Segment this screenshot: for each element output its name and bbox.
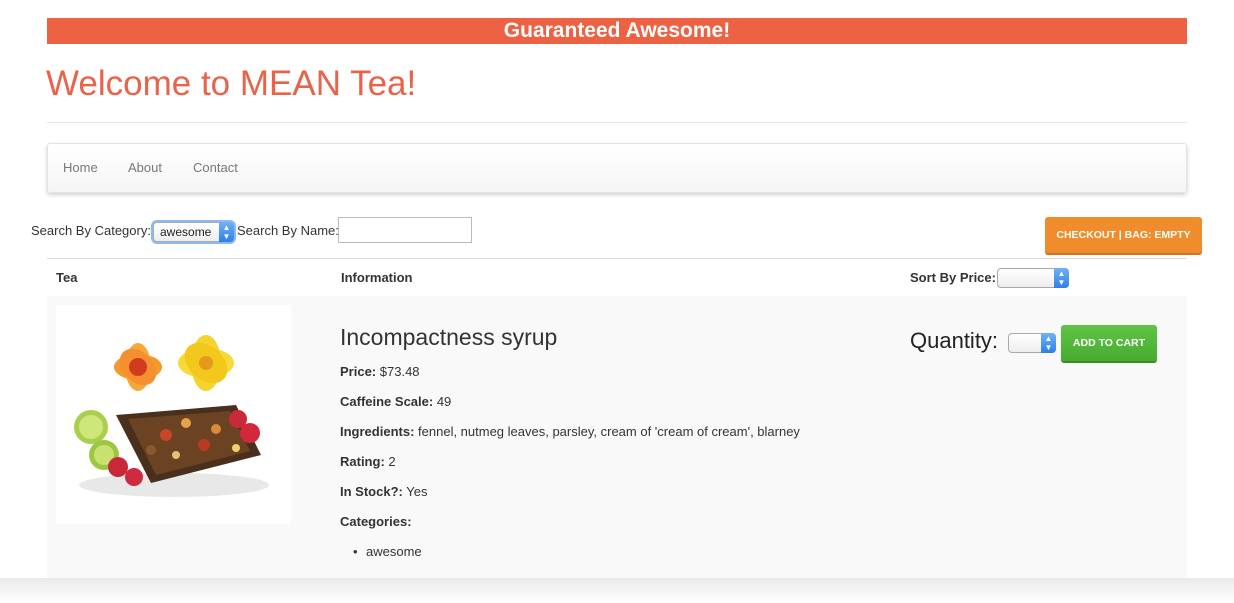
product-caffeine: Caffeine Scale: 49 [340, 394, 451, 409]
caffeine-value: 49 [436, 394, 452, 409]
tea-product-image [56, 305, 291, 524]
table-row: Incompactness syrup Price: $73.48 Caffei… [47, 296, 1187, 579]
rating-value: 2 [388, 454, 396, 469]
product-ingredients: Ingredients: fennel, nutmeg leaves, pars… [340, 424, 800, 439]
category-search-label: Search By Category: [31, 223, 151, 238]
column-header-tea: Tea [56, 270, 78, 285]
nav-about-link[interactable]: About [128, 160, 162, 175]
caffeine-label: Caffeine Scale: [340, 394, 434, 409]
quantity-label: Quantity: [910, 328, 999, 353]
nav-contact-link[interactable]: Contact [193, 160, 238, 175]
add-to-cart-button[interactable]: ADD TO CART [1061, 325, 1157, 361]
category-list-item: awesome [353, 544, 422, 559]
checkout-button[interactable]: CHECKOUT | BAG: EMPTY [1045, 217, 1202, 253]
nav-home-link[interactable]: Home [63, 160, 98, 175]
select-arrows-icon: ▲ ▼ [1041, 333, 1056, 353]
column-header-information: Information [341, 270, 413, 285]
stock-value: Yes [406, 484, 428, 499]
product-categories: Categories: [340, 514, 412, 529]
ingredients-value: fennel, nutmeg leaves, parsley, cream of… [418, 424, 800, 439]
navbar: Home About Contact [47, 143, 1187, 193]
name-search-label: Search By Name: [237, 223, 339, 238]
product-stock: In Stock?: Yes [340, 484, 427, 499]
footer-shadow [0, 578, 1234, 603]
promo-banner: Guaranteed Awesome! [47, 18, 1187, 44]
column-header-sort-by-price: Sort By Price: [910, 270, 996, 285]
rating-label: Rating: [340, 454, 385, 469]
product-rating: Rating: 2 [340, 454, 396, 469]
ingredients-label: Ingredients: [340, 424, 415, 439]
product-name: Incompactness syrup [340, 324, 558, 350]
category-select-value: awesome [160, 225, 212, 239]
name-search-input[interactable] [338, 217, 472, 243]
product-price: Price: $73.48 [340, 364, 420, 379]
page-title: Welcome to MEAN Tea! [46, 64, 417, 103]
quantity-select[interactable]: ▲ ▼ [1008, 333, 1056, 353]
stock-label: In Stock?: [340, 484, 403, 499]
table-divider [47, 258, 1187, 259]
category-select[interactable]: awesome ▲ ▼ [153, 222, 234, 242]
categories-label: Categories: [340, 514, 412, 529]
price-value: $73.48 [379, 364, 420, 379]
select-arrows-icon: ▲ ▼ [219, 222, 234, 242]
price-label: Price: [340, 364, 377, 379]
sort-by-price-select[interactable]: ▲ ▼ [997, 268, 1069, 288]
select-arrows-icon: ▲ ▼ [1054, 268, 1069, 288]
divider [47, 122, 1187, 123]
tea-image-illustration [74, 335, 269, 497]
